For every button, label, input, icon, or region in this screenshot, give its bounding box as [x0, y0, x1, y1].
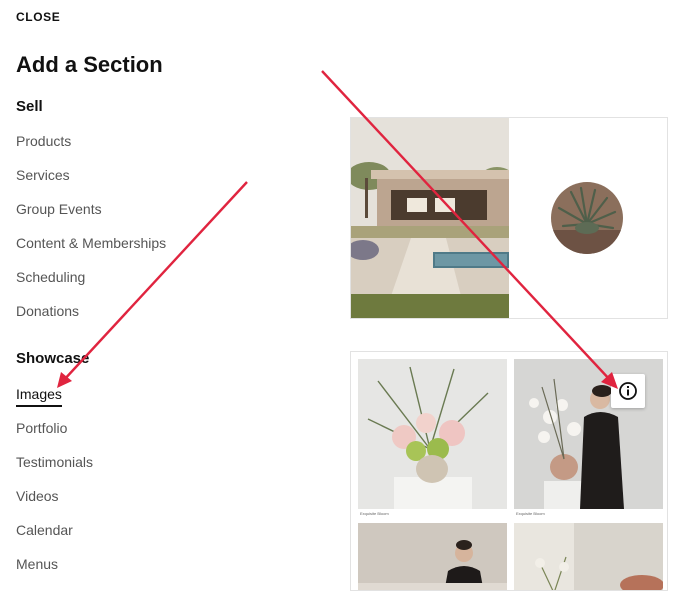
- photo-caption: Exquisite Bloom: [516, 511, 545, 516]
- house-pool-photo: [351, 118, 509, 318]
- section-preview-image-grid[interactable]: Exquisite Bloom Exquisite Bloom: [350, 351, 668, 591]
- section-item-portfolio[interactable]: Portfolio: [16, 418, 93, 452]
- panel-title: Add a Section: [16, 52, 163, 77]
- section-item-calendar[interactable]: Calendar: [16, 520, 93, 554]
- flower-arrangement-photo: [358, 359, 507, 509]
- section-item-testimonials[interactable]: Testimonials: [16, 452, 93, 486]
- photo-caption: Exquisite Bloom: [360, 511, 389, 516]
- section-item-products[interactable]: Products: [16, 131, 166, 165]
- sell-section-list: Products Services Group Events Content &…: [16, 131, 166, 335]
- section-item-content-memberships[interactable]: Content & Memberships: [16, 233, 166, 267]
- showcase-section-list: Images Portfolio Testimonials Videos Cal…: [16, 384, 93, 588]
- info-circle-icon: [619, 382, 637, 400]
- group-heading-sell: Sell: [16, 98, 43, 115]
- agave-plant-photo: [551, 182, 623, 254]
- group-heading-showcase: Showcase: [16, 350, 90, 367]
- section-item-videos[interactable]: Videos: [16, 486, 93, 520]
- section-item-group-events[interactable]: Group Events: [16, 199, 166, 233]
- section-item-services[interactable]: Services: [16, 165, 166, 199]
- info-button[interactable]: [611, 374, 645, 408]
- close-button[interactable]: CLOSE: [16, 10, 60, 24]
- section-item-donations[interactable]: Donations: [16, 301, 166, 335]
- section-preview-image-layout-1[interactable]: [350, 117, 668, 319]
- section-item-scheduling[interactable]: Scheduling: [16, 267, 166, 301]
- florist-portrait-photo: [358, 523, 507, 590]
- section-item-images[interactable]: Images: [16, 384, 93, 418]
- section-item-images-label: Images: [16, 386, 62, 407]
- flower-still-life-photo: [514, 523, 663, 590]
